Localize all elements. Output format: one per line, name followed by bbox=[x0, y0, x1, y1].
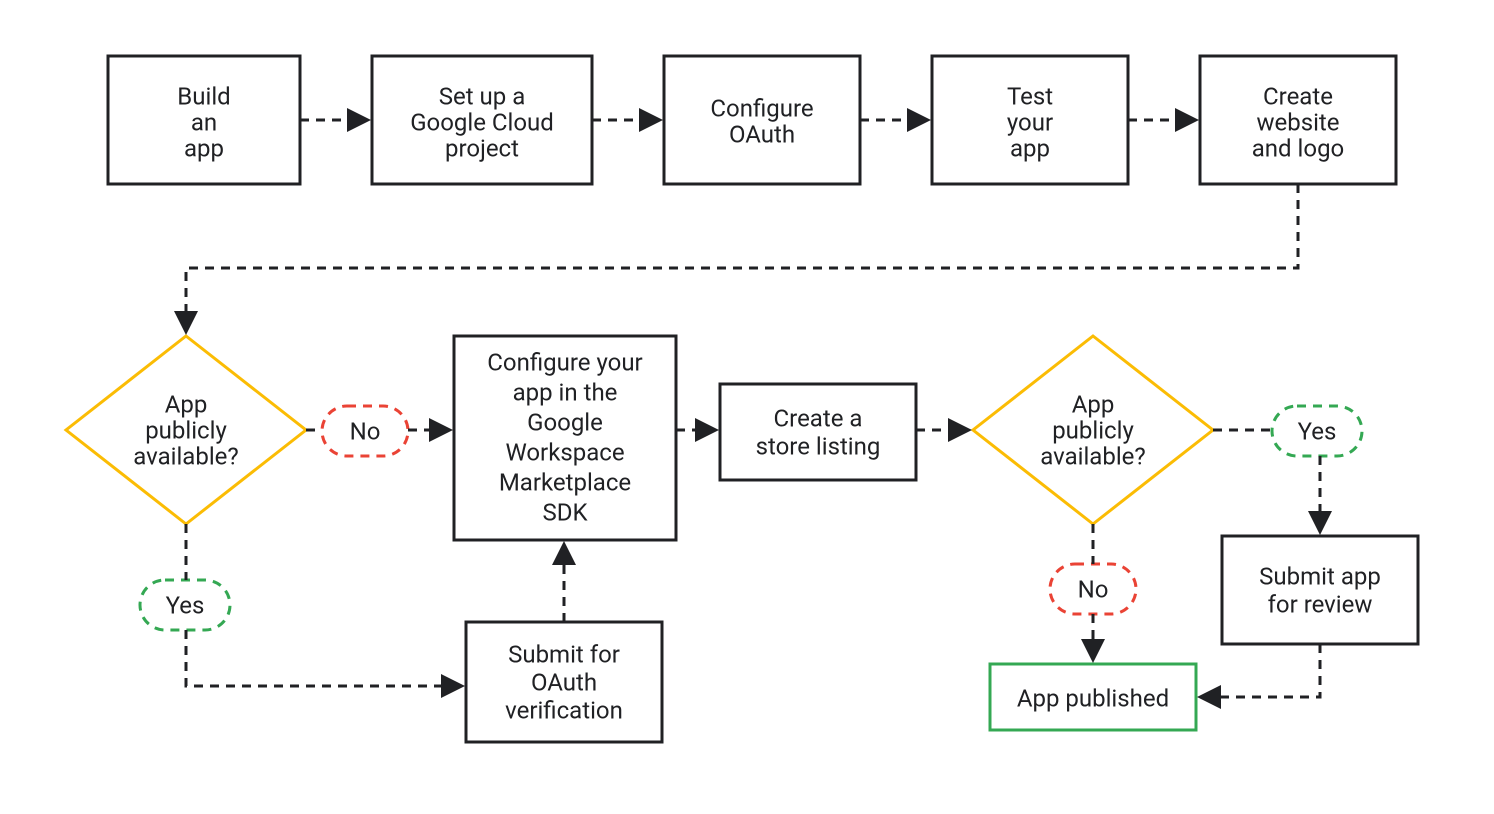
setup-project-line2: Google Cloud bbox=[410, 108, 554, 136]
node-setup-project: Set up a Google Cloud project bbox=[372, 56, 592, 184]
arrow-website-to-decision1 bbox=[186, 184, 1298, 331]
configure-sdk-line2: app in the bbox=[513, 378, 618, 406]
build-app-line3: app bbox=[184, 134, 224, 162]
node-create-website: Create website and logo bbox=[1200, 56, 1396, 184]
configure-sdk-line5: Marketplace bbox=[499, 468, 631, 496]
node-test-app: Test your app bbox=[932, 56, 1128, 184]
configure-oauth-line1: Configure bbox=[710, 94, 813, 122]
create-website-line3: and logo bbox=[1252, 134, 1344, 162]
pill-yes-1: Yes bbox=[140, 580, 230, 630]
submit-review-line1: Submit app bbox=[1259, 562, 1381, 590]
decision2-line2: publicly bbox=[1052, 416, 1134, 444]
pill-no-2-text: No bbox=[1078, 575, 1109, 603]
test-app-line1: Test bbox=[1007, 82, 1053, 110]
submit-review-line2: for review bbox=[1268, 590, 1373, 618]
configure-sdk-line4: Workspace bbox=[505, 438, 624, 466]
pill-yes-2: Yes bbox=[1272, 406, 1362, 456]
store-listing-line2: store listing bbox=[756, 432, 881, 460]
submit-oauth-line1: Submit for bbox=[508, 640, 620, 668]
node-decision-2: App publicly available? bbox=[973, 336, 1213, 524]
pill-yes-2-text: Yes bbox=[1298, 417, 1337, 445]
arrow-review-to-published bbox=[1201, 644, 1320, 697]
node-submit-oauth: Submit for OAuth verification bbox=[466, 622, 662, 742]
node-store-listing: Create a store listing bbox=[720, 384, 916, 480]
submit-oauth-line2: OAuth bbox=[531, 668, 597, 696]
node-submit-review: Submit app for review bbox=[1222, 536, 1418, 644]
decision2-line3: available? bbox=[1040, 442, 1146, 470]
decision1-line1: App bbox=[165, 390, 208, 418]
pill-no-1: No bbox=[322, 406, 408, 456]
node-app-published: App published bbox=[990, 664, 1196, 730]
decision1-line3: available? bbox=[133, 442, 239, 470]
flowchart-diagram: Build an app Set up a Google Cloud proje… bbox=[0, 0, 1494, 814]
pill-no-1-text: No bbox=[350, 417, 381, 445]
node-build-app: Build an app bbox=[108, 56, 300, 184]
setup-project-line3: project bbox=[445, 134, 519, 162]
test-app-line3: app bbox=[1010, 134, 1050, 162]
create-website-line1: Create bbox=[1263, 82, 1333, 110]
pill-yes-1-text: Yes bbox=[166, 591, 205, 619]
node-configure-sdk: Configure your app in the Google Workspa… bbox=[454, 336, 676, 540]
submit-oauth-line3: verification bbox=[505, 696, 623, 724]
setup-project-line1: Set up a bbox=[439, 82, 526, 110]
decision1-line2: publicly bbox=[145, 416, 227, 444]
app-published-line1: App published bbox=[1017, 684, 1169, 712]
build-app-line2: an bbox=[191, 108, 217, 136]
store-listing-line1: Create a bbox=[774, 404, 863, 432]
configure-oauth-line2: OAuth bbox=[729, 120, 795, 148]
create-website-line2: website bbox=[1256, 108, 1339, 136]
configure-sdk-line6: SDK bbox=[542, 498, 588, 526]
pill-no-2: No bbox=[1050, 564, 1136, 614]
node-decision-1: App publicly available? bbox=[66, 336, 306, 524]
configure-sdk-line3: Google bbox=[527, 408, 603, 436]
arrow-yes1-to-submit-oauth bbox=[186, 630, 461, 686]
build-app-line1: Build bbox=[177, 82, 230, 110]
decision2-line1: App bbox=[1072, 390, 1115, 418]
configure-sdk-line1: Configure your bbox=[487, 348, 642, 376]
node-configure-oauth: Configure OAuth bbox=[664, 56, 860, 184]
test-app-line2: your bbox=[1007, 108, 1053, 136]
